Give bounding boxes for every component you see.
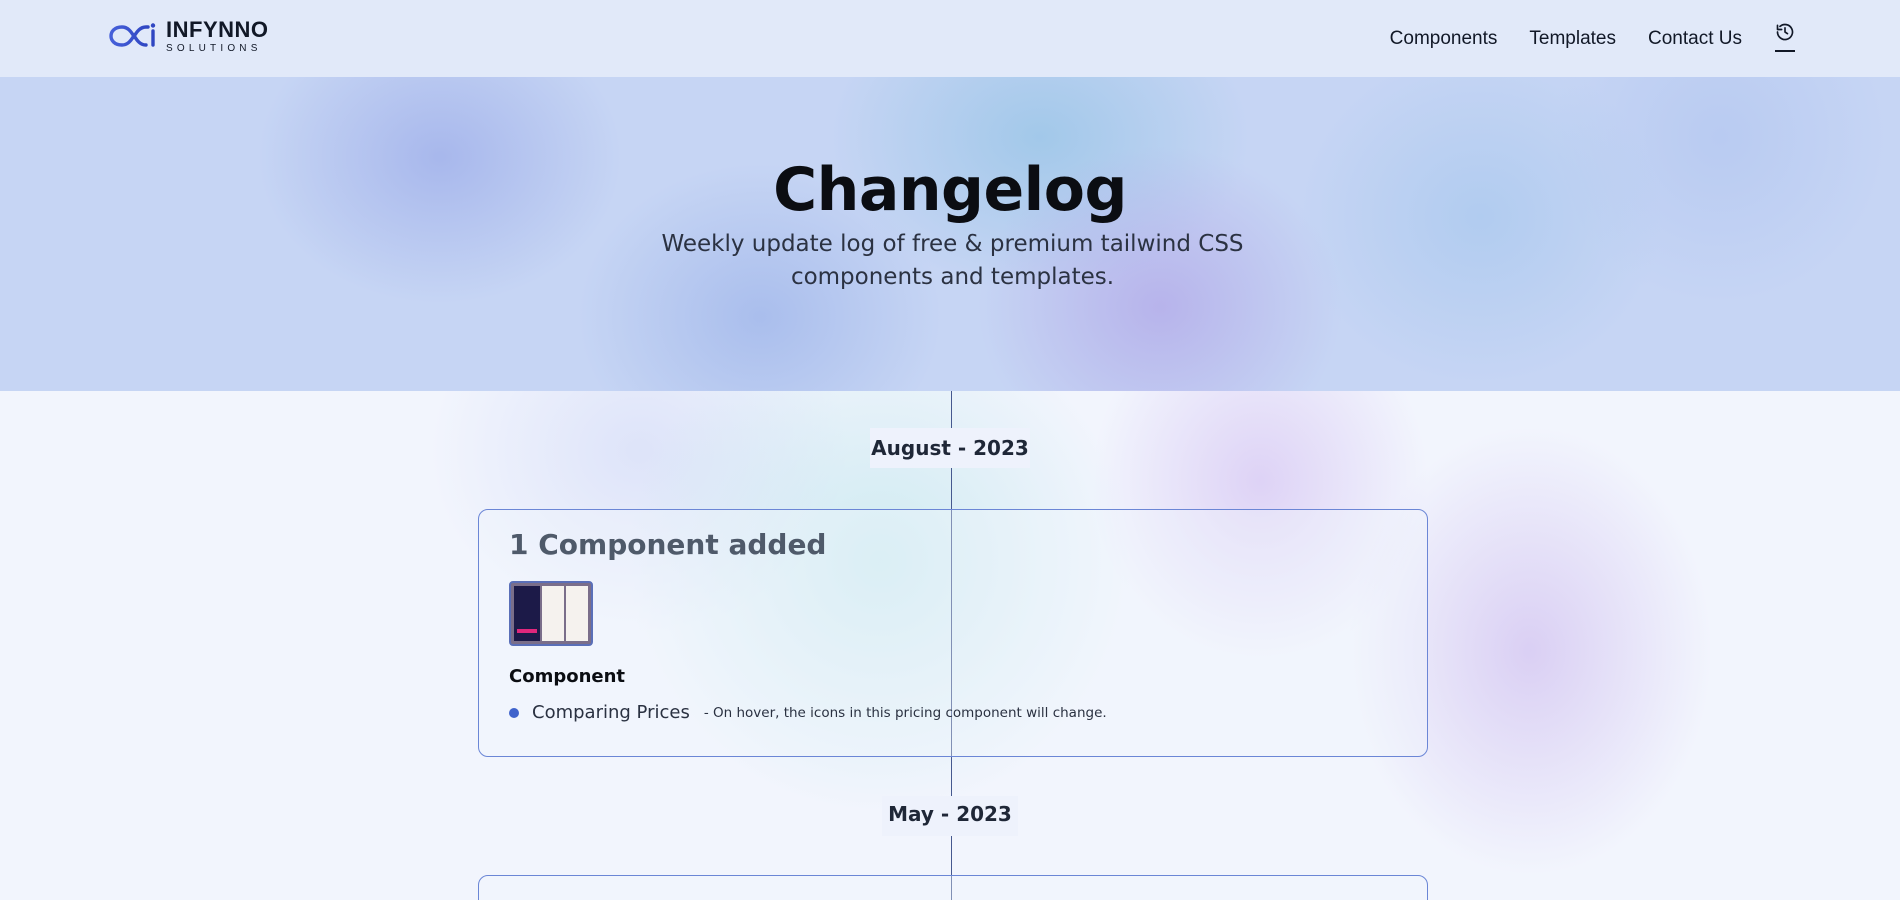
thumbnail-panel-light xyxy=(566,586,588,641)
history-icon xyxy=(1776,23,1794,41)
top-navbar: INFYNNO SOLUTIONS Components Templates C… xyxy=(0,0,1900,77)
nav-link-templates[interactable]: Templates xyxy=(1529,28,1616,50)
active-underline xyxy=(1775,50,1795,52)
bullet-dot-icon xyxy=(509,707,519,718)
main-nav: Components Templates Contact Us xyxy=(1390,22,1796,56)
month-label: August - 2023 xyxy=(871,436,1029,460)
component-description: - On hover, the icons in this pricing co… xyxy=(703,704,1107,721)
thumbnail-panel-dark xyxy=(514,586,540,641)
component-thumbnail[interactable] xyxy=(509,581,593,646)
card-title: 1 Component added xyxy=(509,528,827,561)
page-subtitle: Weekly update log of free & premium tail… xyxy=(661,231,1244,290)
component-link[interactable]: Comparing Prices xyxy=(532,702,690,723)
brand-logo[interactable]: INFYNNO SOLUTIONS xyxy=(108,18,269,54)
brand-name: INFYNNO xyxy=(166,16,269,42)
thumbnail-panel-light xyxy=(542,586,564,641)
card-section-heading: Component xyxy=(509,666,626,687)
changelog-history-button[interactable] xyxy=(1774,22,1796,56)
page-title: Changelog xyxy=(773,155,1127,225)
changelog-card xyxy=(478,875,1428,900)
brand-wordmark: INFYNNO SOLUTIONS xyxy=(166,16,269,54)
month-label: May - 2023 xyxy=(888,802,1012,826)
infinity-logo-icon xyxy=(109,23,156,47)
list-item: Comparing Prices - On hover, the icons i… xyxy=(509,702,1107,723)
nav-link-contact-us[interactable]: Contact Us xyxy=(1648,28,1742,50)
month-heading: May - 2023 xyxy=(0,802,1900,826)
hero-banner: Changelog Weekly update log of free & pr… xyxy=(0,77,1900,391)
brand-tagline: SOLUTIONS xyxy=(166,42,262,54)
month-heading: August - 2023 xyxy=(0,436,1900,460)
changelog-card: 1 Component added Component Comparing Pr… xyxy=(478,509,1428,757)
nav-link-components[interactable]: Components xyxy=(1390,28,1498,50)
